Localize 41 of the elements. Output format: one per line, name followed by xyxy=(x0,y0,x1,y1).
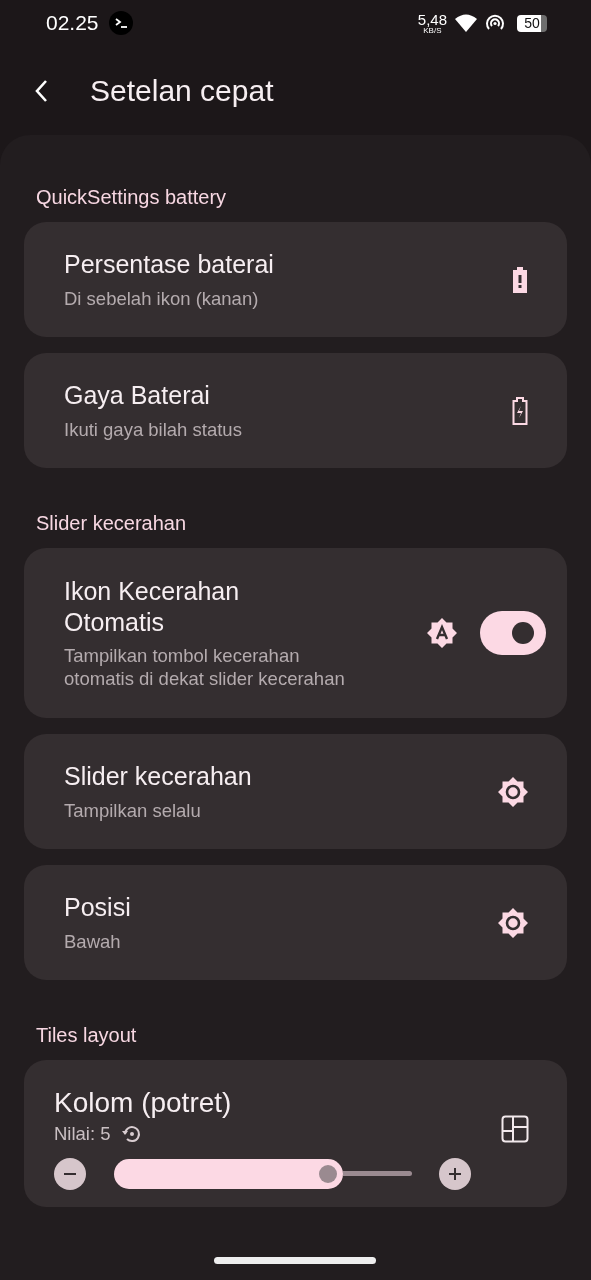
setting-title: Kolom (potret) xyxy=(54,1086,233,1121)
setting-title: Gaya Baterai xyxy=(64,380,211,412)
plus-icon xyxy=(447,1165,463,1182)
section-title: Slider kecerahan xyxy=(36,511,187,535)
network-speed: 5,48 xyxy=(417,11,447,27)
grid-layout-icon xyxy=(501,1114,529,1143)
value-label: Nilai: 5 xyxy=(54,1122,111,1146)
setting-summary: Ikuti gaya bilah status xyxy=(64,417,243,441)
battery-alert-icon xyxy=(512,266,528,293)
speed-unit: KB/S xyxy=(423,26,442,35)
setting-card[interactable]: Gaya Baterai Ikuti gaya bilah status xyxy=(24,353,567,468)
auto-brightness-icon xyxy=(427,618,457,648)
wifi-icon xyxy=(455,14,477,32)
hotspot-icon xyxy=(485,14,505,32)
setting-summary: Tampilkan selalu xyxy=(64,798,202,822)
increase-button[interactable] xyxy=(439,1157,471,1190)
section-title: Tiles layout xyxy=(36,1023,137,1047)
setting-card[interactable]: Persentase baterai Di sebelah ikon (kanan) xyxy=(24,222,567,337)
setting-card[interactable]: Posisi Bawah xyxy=(24,865,567,980)
setting-summary: Bawah xyxy=(64,929,122,953)
setting-summary: Tampilkan tombol kecerahan otomatis di dekat slider kecerahan xyxy=(64,644,346,691)
toggle-switch[interactable] xyxy=(480,611,546,655)
setting-title: Slider kecerahan xyxy=(64,761,253,793)
navigation-handle[interactable] xyxy=(214,1257,376,1264)
setting-title: Posisi xyxy=(64,892,132,924)
brightness-icon xyxy=(498,776,528,807)
setting-card[interactable]: Ikon Kecerahan Otomatis Tampilkan tombol kecerahan otomatis di dekat slider kecerahan xyxy=(24,548,567,718)
terminal-icon xyxy=(108,11,133,35)
setting-title: Persentase baterai xyxy=(64,249,275,281)
minus-icon xyxy=(64,1172,76,1175)
brightness-icon xyxy=(498,907,528,938)
setting-title: Ikon Kecerahan Otomatis xyxy=(64,575,241,638)
clock: 02.25 xyxy=(46,11,99,35)
page-title: Setelan cepat xyxy=(90,73,274,108)
decrease-button[interactable] xyxy=(54,1157,86,1190)
reset-icon[interactable] xyxy=(120,1123,143,1145)
battery-indicator: 50 xyxy=(517,14,547,32)
battery-charging-icon xyxy=(512,396,528,425)
setting-card[interactable]: Slider kecerahan Tampilkan selalu xyxy=(24,734,567,849)
section-title: QuickSettings battery xyxy=(36,185,227,209)
setting-summary: Di sebelah ikon (kanan) xyxy=(64,286,260,310)
